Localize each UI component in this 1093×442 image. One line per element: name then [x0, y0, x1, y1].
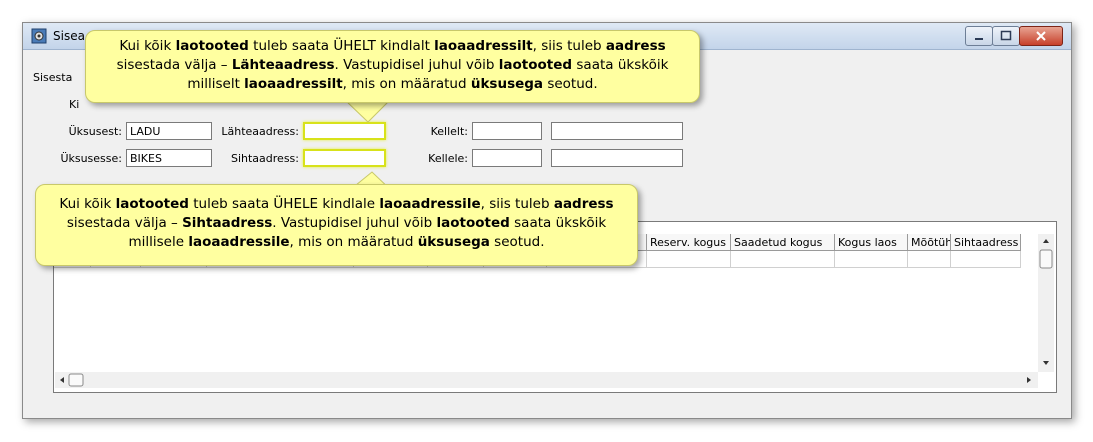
callout-text: laoaadressile — [188, 234, 290, 250]
callout-text: , siis tuleb — [532, 38, 606, 54]
callout-text: laoaadressilt — [244, 76, 343, 92]
callout-text: laotooted — [115, 196, 189, 212]
callout-text: . Vastupidisel juhul võib — [334, 57, 499, 73]
top-callout-pointer — [343, 99, 392, 123]
callout-text: aadress — [605, 38, 666, 54]
callout-text: laoaadressile — [379, 196, 481, 212]
callout-text: üksusega — [470, 76, 544, 92]
callout-text: sisestada välja – — [116, 57, 232, 73]
callout-text: tuleb saata ÜHELT kindlalt — [248, 38, 435, 54]
target-address-callout: Kui kõik laotooted tuleb saata ÜHELE kin… — [35, 184, 638, 266]
callout-text: Lähteaadress — [231, 57, 335, 73]
callout-text: aadress — [553, 196, 614, 212]
callout-text: tuleb saata ÜHELE kindlale — [188, 196, 380, 212]
callout-text: Kui kõik — [59, 196, 116, 212]
callout-text: , siis tuleb — [480, 196, 554, 212]
callout-text: laotooted — [436, 215, 510, 231]
callout-text: , mis on määratud — [342, 76, 471, 92]
callout-text: seotud. — [543, 76, 598, 92]
callout-text: laoaadressilt — [434, 38, 533, 54]
callout-text: laotooted — [175, 38, 249, 54]
source-address-callout: Kui kõik laotooted tuleb saata ÜHELT kin… — [85, 30, 700, 103]
callout-text: sisestada välja – — [66, 215, 183, 231]
callout-text: Sihtaadress — [182, 215, 273, 231]
callout-text: . Vastupidisel juhul võib — [272, 215, 437, 231]
callout-text: üksusega — [417, 234, 490, 250]
callout-text: , mis on määratud — [289, 234, 418, 250]
callout-text: Kui kõik — [119, 38, 176, 54]
callout-text: laotooted — [498, 57, 573, 73]
callout-text: seotud. — [489, 234, 545, 250]
